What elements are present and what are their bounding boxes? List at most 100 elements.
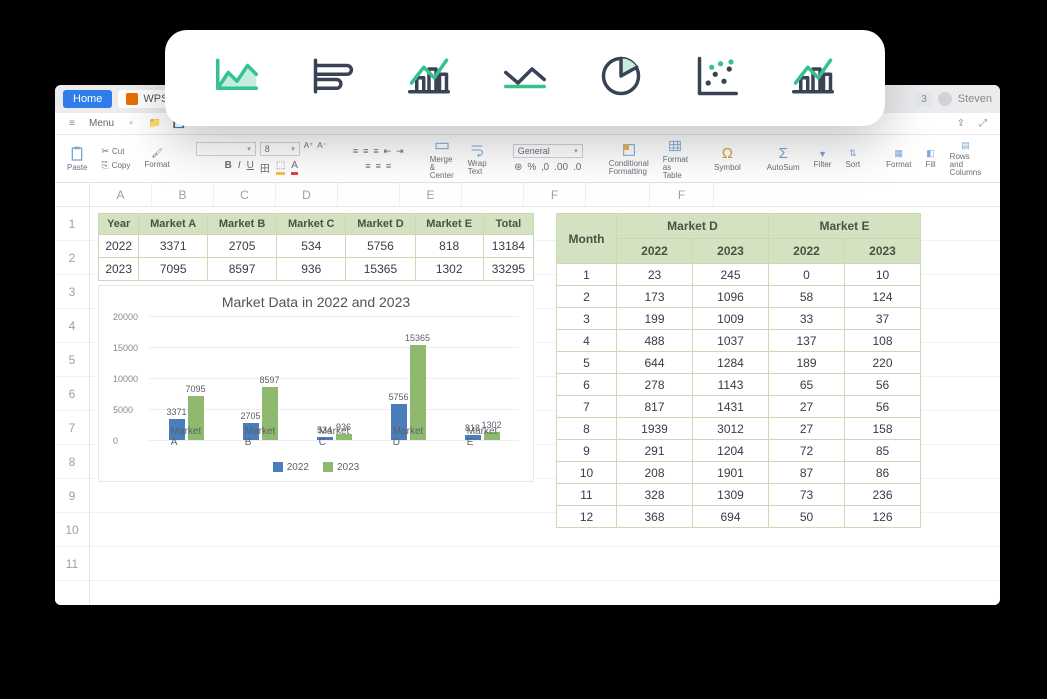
combo-chart-icon[interactable]	[401, 48, 457, 109]
select-all-corner[interactable]	[55, 183, 89, 207]
align-left-icon[interactable]: ≡	[365, 161, 370, 171]
comma-icon[interactable]: ‚0	[541, 162, 549, 173]
table-row[interactable]: 44881037137108	[557, 330, 921, 352]
column-header[interactable]: B	[152, 183, 214, 206]
align-bottom-icon[interactable]: ≡	[373, 146, 378, 157]
paste-button[interactable]: Paste	[63, 146, 91, 172]
pie-chart-icon[interactable]	[593, 48, 649, 109]
row-header[interactable]: 2	[55, 241, 89, 275]
autosum-button[interactable]: Σ AutoSum	[763, 145, 804, 172]
expand-icon[interactable]: ⤢	[976, 117, 990, 131]
hamburger-icon[interactable]: ≡	[65, 117, 79, 131]
font-color-button[interactable]: A	[291, 160, 298, 175]
column-header[interactable]	[462, 183, 524, 206]
percent-icon[interactable]: %	[527, 162, 536, 173]
row-header[interactable]: 11	[55, 547, 89, 581]
combo-chart-icon-2[interactable]	[785, 48, 841, 109]
bar-group[interactable]: 33717095Market A	[169, 300, 204, 440]
conditional-formatting-button[interactable]: Conditional Formatting	[605, 142, 653, 176]
format-button[interactable]: ▦ Format	[882, 148, 915, 169]
format-painter-button[interactable]: 🖌 Format	[140, 148, 173, 169]
bar-group[interactable]: 534936Market C	[317, 300, 352, 440]
bar-group[interactable]: 8181302Market E	[465, 300, 500, 440]
indent-dec-icon[interactable]: ⇤	[384, 146, 392, 157]
rows-cols-button[interactable]: ▤ Rows and Columns	[946, 140, 986, 177]
table-row[interactable]: 319910093337	[557, 308, 921, 330]
bar-group[interactable]: 27058597Market B	[243, 300, 278, 440]
table-row[interactable]: 56441284189220	[557, 352, 921, 374]
row-headers: 1234567891011	[55, 183, 90, 605]
format-as-table-button[interactable]: Format as Table	[659, 138, 692, 180]
cut-button[interactable]: ✂Cut	[101, 146, 124, 157]
indent-inc-icon[interactable]: ⇥	[396, 146, 404, 157]
column-header[interactable]	[338, 183, 400, 206]
increase-font-icon[interactable]: A⁺	[304, 142, 314, 156]
symbol-button[interactable]: Ω Symbol	[710, 145, 745, 172]
monthly-market-table[interactable]: Month Market D Market E 2022 2023 2022 2…	[556, 213, 921, 528]
dec-dec-icon[interactable]: .0	[573, 162, 581, 173]
column-header[interactable]: F	[650, 183, 714, 206]
row-header[interactable]: 8	[55, 445, 89, 479]
menu-label[interactable]: Menu	[89, 118, 114, 129]
currency-icon[interactable]: ⊛	[514, 162, 522, 173]
table-row[interactable]: 2173109658124	[557, 286, 921, 308]
table-row[interactable]: 11328130973236	[557, 484, 921, 506]
row-header[interactable]: 1	[55, 207, 89, 241]
sheet-content[interactable]: YearMarket AMarket BMarket CMarket DMark…	[90, 207, 1000, 605]
table-row[interactable]: 929112047285	[557, 440, 921, 462]
hbar-chart-icon[interactable]	[305, 48, 361, 109]
sort-button[interactable]: ⇅ Sort	[841, 148, 864, 169]
table-row[interactable]: 81939301227158	[557, 418, 921, 440]
column-header[interactable]: E	[400, 183, 462, 206]
row-header[interactable]: 5	[55, 343, 89, 377]
table-row[interactable]: 781714312756	[557, 396, 921, 418]
table-row[interactable]: 202233712705534575681813184	[99, 235, 534, 258]
column-header[interactable]: F	[524, 183, 586, 206]
bold-button[interactable]: B	[225, 160, 232, 175]
market-chart[interactable]: Market Data in 2022 and 2023 05000100001…	[98, 285, 534, 482]
bar-group[interactable]: 575615365Market D	[391, 300, 426, 440]
dec-inc-icon[interactable]: .00	[554, 162, 568, 173]
table-row[interactable]: 1020819018786	[557, 462, 921, 484]
row-header[interactable]: 10	[55, 513, 89, 547]
row-header[interactable]: 4	[55, 309, 89, 343]
column-header[interactable]: A	[90, 183, 152, 206]
yearly-market-table[interactable]: YearMarket AMarket BMarket CMarket DMark…	[98, 213, 534, 281]
font-select[interactable]: ▾	[196, 142, 256, 156]
table-row[interactable]: 1236869450126	[557, 506, 921, 528]
share-icon[interactable]: ⇪	[954, 117, 968, 131]
align-middle-icon[interactable]: ≡	[363, 146, 368, 157]
align-center-icon[interactable]: ≡	[376, 161, 381, 171]
row-header[interactable]: 9	[55, 479, 89, 513]
number-format-select[interactable]: General▾	[513, 144, 583, 158]
user-area[interactable]: 3 Steven	[916, 92, 992, 106]
align-right-icon[interactable]: ≡	[386, 161, 391, 171]
row-header[interactable]: 6	[55, 377, 89, 411]
line-chart-icon[interactable]	[497, 48, 553, 109]
table-row[interactable]: 123245010	[557, 264, 921, 286]
border-button[interactable]: 田	[260, 160, 270, 175]
column-header[interactable]: D	[276, 183, 338, 206]
decrease-font-icon[interactable]: A⁻	[317, 142, 327, 156]
area-chart-icon[interactable]	[209, 48, 265, 109]
align-top-icon[interactable]: ≡	[353, 146, 358, 157]
italic-button[interactable]: I	[238, 160, 241, 175]
wrap-text-button[interactable]: Wrap Text	[464, 142, 491, 176]
copy-button[interactable]: ⎘Copy	[101, 160, 130, 171]
fill-button[interactable]: ◧ Fill	[921, 148, 939, 169]
new-icon[interactable]: ▫	[124, 117, 138, 131]
merge-button[interactable]: Merge & Center	[426, 138, 458, 180]
fill-color-button[interactable]: ⬚	[276, 160, 285, 175]
table-row[interactable]: 627811436556	[557, 374, 921, 396]
row-header[interactable]: 3	[55, 275, 89, 309]
scatter-chart-icon[interactable]	[689, 48, 745, 109]
home-tab[interactable]: Home	[63, 90, 112, 108]
table-row[interactable]: 20237095859793615365130233295	[99, 258, 534, 281]
filter-button[interactable]: ▼ Filter	[810, 149, 836, 169]
column-header[interactable]	[586, 183, 650, 206]
column-header[interactable]: C	[214, 183, 276, 206]
font-size-select[interactable]: 8▾	[260, 142, 300, 156]
row-header[interactable]: 7	[55, 411, 89, 445]
underline-button[interactable]: U	[247, 160, 254, 175]
open-icon[interactable]: 📁	[148, 117, 162, 131]
